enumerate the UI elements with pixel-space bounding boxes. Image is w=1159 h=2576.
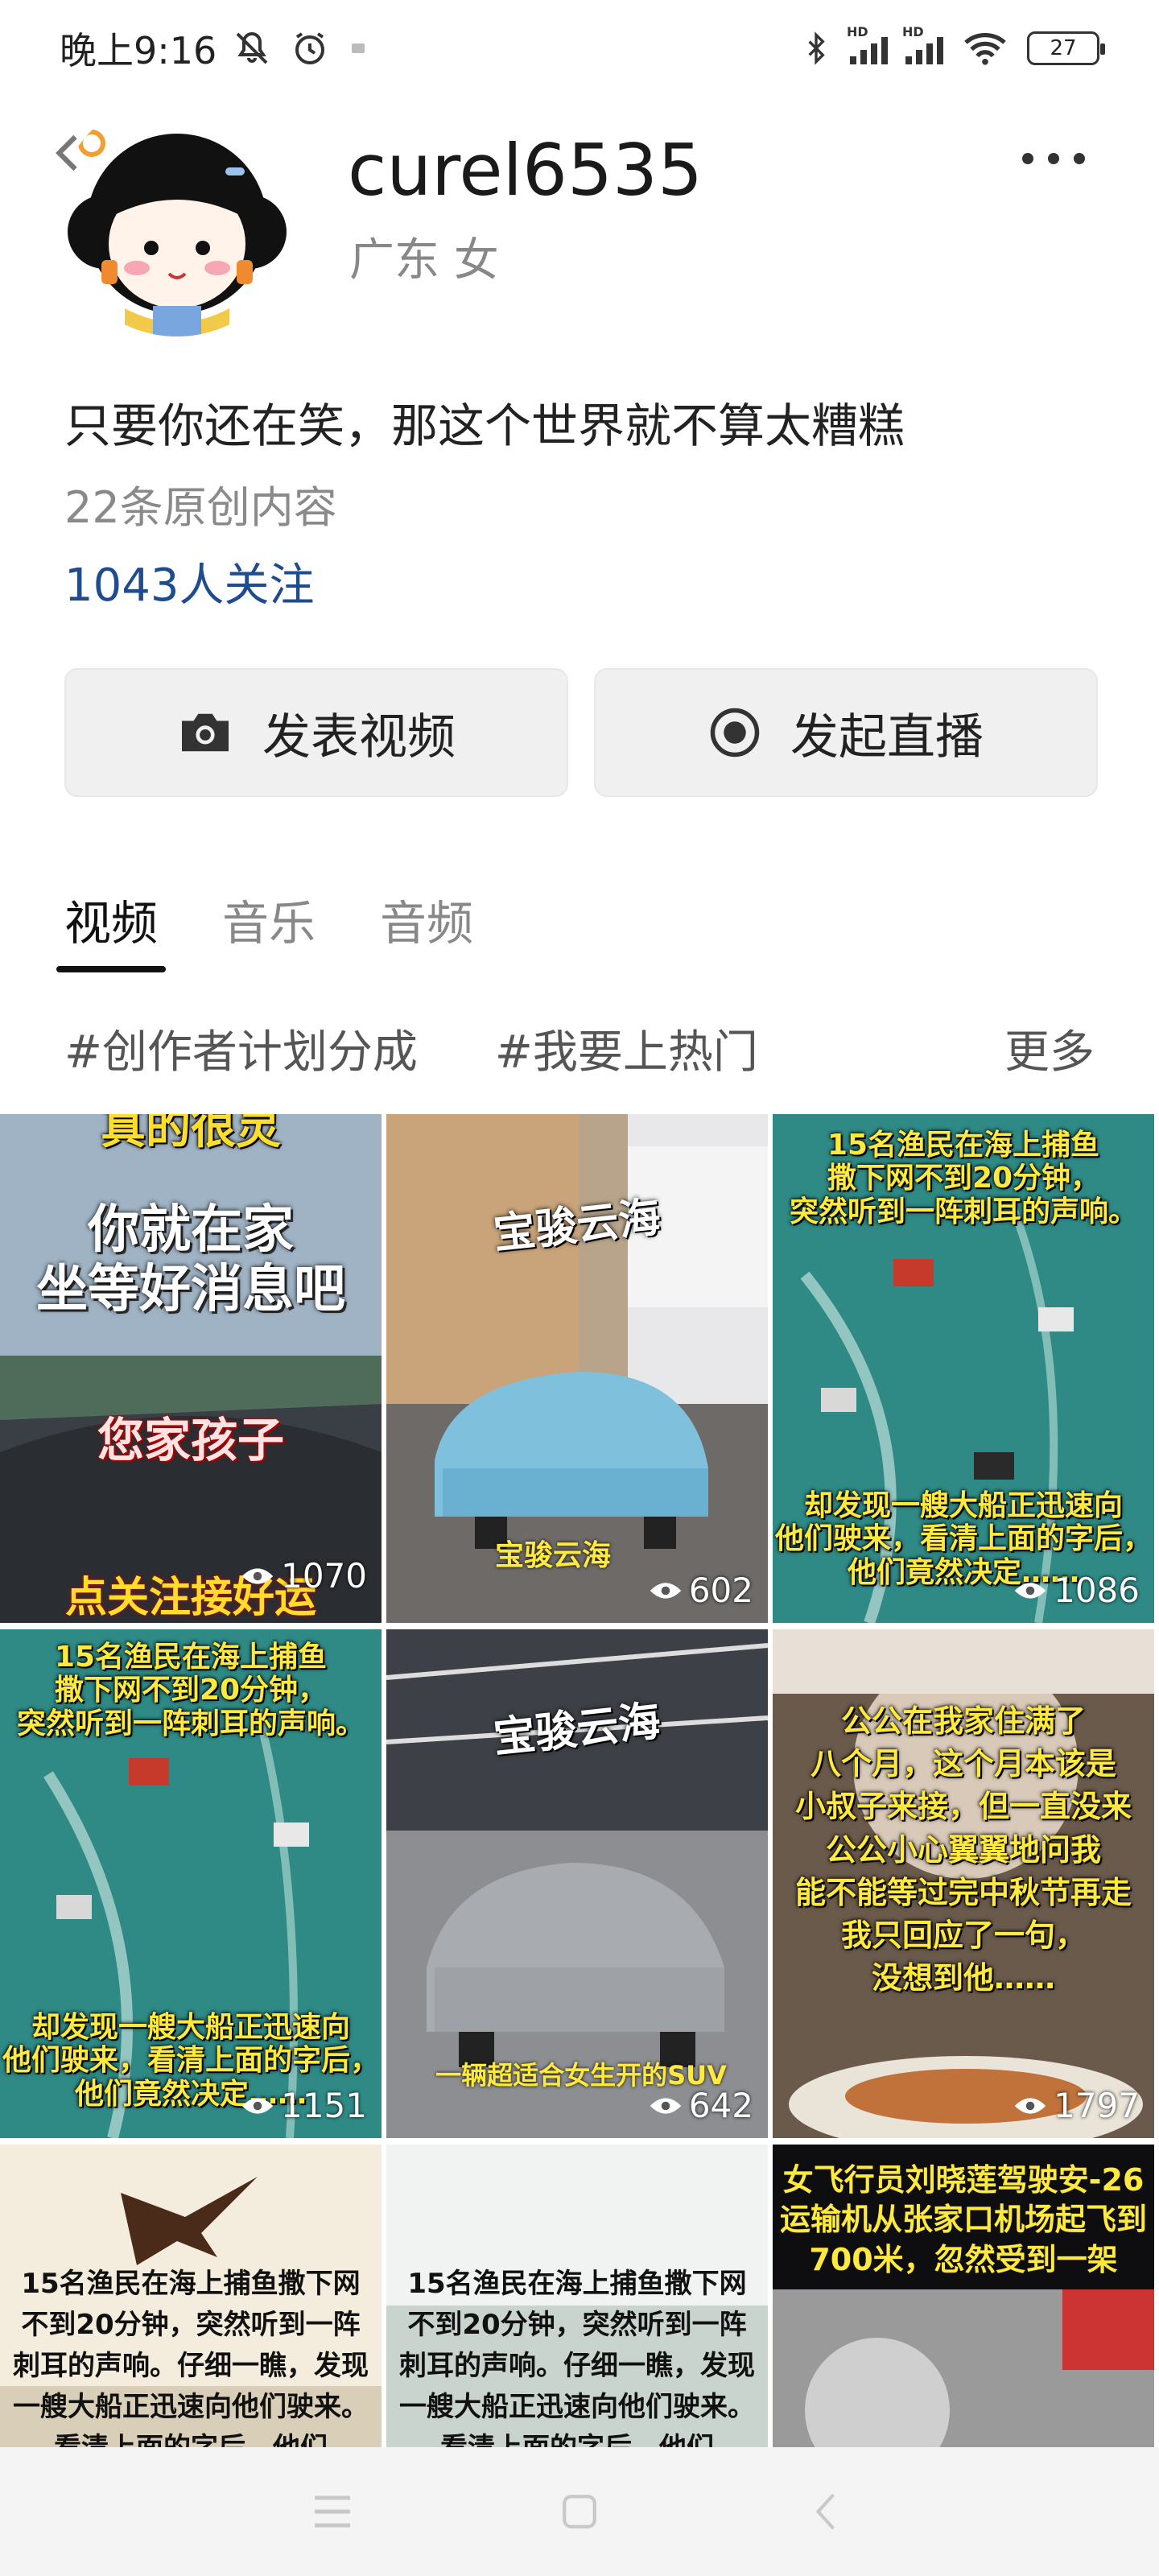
view-count: 1070 [241,1556,367,1596]
view-count: 642 [649,2086,753,2125]
video-caption-2: 宝骏云海 [494,1539,611,1572]
content-tabs: 视频 音乐 音频 [56,886,473,972]
view-count: 1151 [241,2086,367,2125]
video-tile[interactable]: 宝骏云海 宝骏云海 602 [386,1114,768,1623]
menu-icon[interactable] [304,2483,361,2540]
eye-icon [241,1567,274,1584]
home-icon[interactable] [551,2483,608,2540]
eye-icon [1014,2097,1046,2114]
tab-audio[interactable]: 音频 [380,886,473,972]
tab-video[interactable]: 视频 [56,886,167,972]
video-tile[interactable]: 宝骏云海 一辆超适合女生开的SUV 642 [386,1629,768,2138]
eye-icon [650,2097,682,2114]
more-options-icon[interactable] [1022,153,1095,169]
topic-creator-plan[interactable]: #创作者计划分成 [64,1016,418,1081]
record-icon [710,708,760,758]
video-caption: 女飞行员刘晓莲驾驶安-26 运输机从张家口机场起飞到 700米，忽然受到一架 [779,2162,1147,2277]
signal-icon-2: HD [902,24,943,64]
view-count: 1797 [1013,2086,1140,2125]
view-count: 602 [649,1571,753,1610]
topics-more-link[interactable]: 更多 [1004,1016,1095,1081]
eye-icon [1014,1582,1046,1599]
video-tile[interactable]: 15名渔民在海上捕鱼 撒下网不到20分钟， 突然听到一阵刺耳的声响。 却发现一艘… [0,1629,382,2138]
user-location-gender: 广东 女 [349,234,499,287]
alarm-icon [295,32,325,64]
video-tile[interactable]: 15名渔民在海上捕鱼撒下网 不到20分钟，突然听到一阵 刺耳的声响。仔细一瞧，发… [386,2145,768,2450]
back-icon[interactable] [45,129,93,177]
start-live-label: 发起直播 [790,708,984,766]
tab-music[interactable]: 音乐 [222,886,316,972]
profile-page: 晚上9:16 HD HD 27 curel6535 广东 女 只要你还在笑，那这… [0,0,1159,2576]
topic-bar: #创作者计划分成 #我要上热门 更多 [64,1016,1095,1081]
video-tile[interactable]: 真的很灵 你就在家 坐等好消息吧 您家孩子 点关注接好运 1070 [0,1114,382,1623]
system-nav-bar [0,2447,1159,2576]
back-nav-icon[interactable] [798,2483,855,2540]
eye-icon [241,2097,274,2114]
video-tile[interactable]: 女飞行员刘晓莲驾驶安-26 运输机从张家口机场起飞到 700米，忽然受到一架 [773,2145,1154,2450]
camera-icon [182,713,229,752]
video-grid: 真的很灵 你就在家 坐等好消息吧 您家孩子 点关注接好运 1070 宝骏云海 宝… [0,1114,1159,2450]
works-count: 22条原创内容 [64,482,337,533]
post-video-button[interactable]: 发表视频 [64,668,568,797]
post-video-label: 发表视频 [262,708,456,766]
video-caption: 15名渔民在海上捕鱼 撒下网不到20分钟， 突然听到一阵刺耳的声响。 [16,1641,365,1740]
battery-indicator: 27 [1027,31,1105,65]
followers-count[interactable]: 1043人关注 [64,549,315,614]
video-caption: 15名渔民在海上捕鱼撒下网 不到20分钟，突然听到一阵 刺耳的声响。仔细一瞧，发… [13,2268,369,2450]
video-caption: 你就在家 坐等好消息吧 [36,1200,345,1319]
video-caption-2: 您家孩子 [97,1413,284,1468]
eye-icon [650,1582,682,1599]
view-count: 1086 [1013,1571,1140,1610]
video-caption: 15名渔民在海上捕鱼撒下网 不到20分钟，突然听到一阵 刺耳的声响。仔细一瞧，发… [399,2268,755,2450]
start-live-button[interactable]: 发起直播 [594,668,1098,797]
wifi-icon [964,33,1006,65]
video-top-text: 真的很灵 [101,1114,281,1154]
mute-icon [236,31,268,64]
status-bar: 晚上9:16 HD HD 27 [0,0,1159,97]
topic-trending[interactable]: #我要上热门 [495,1016,758,1081]
video-tile[interactable]: 公公在我家住满了 八个月，这个月本该是 小叔子来接，但一直没来 公公小心翼翼地问… [773,1629,1154,2138]
video-caption: 公公在我家住满了 八个月，这个月本该是 小叔子来接，但一直没来 公公小心翼翼地问… [794,1703,1132,1996]
video-tile[interactable]: 15名渔民在海上捕鱼撒下网 不到20分钟，突然听到一阵 刺耳的声响。仔细一瞧，发… [0,2145,382,2450]
user-bio: 只要你还在笑，那这个世界就不算太糟糕 [64,398,905,453]
signal-icon: HD [847,24,888,64]
notification-dot-icon [352,43,365,53]
video-caption: 15名渔民在海上捕鱼 撒下网不到20分钟， 突然听到一阵刺耳的声响。 [789,1129,1137,1228]
status-time: 晚上9:16 [60,29,217,72]
bluetooth-icon [808,31,825,65]
video-tile[interactable]: 15名渔民在海上捕鱼 撒下网不到20分钟， 突然听到一阵刺耳的声响。 却发现一艘… [773,1114,1154,1623]
username: curel6535 [348,129,703,212]
